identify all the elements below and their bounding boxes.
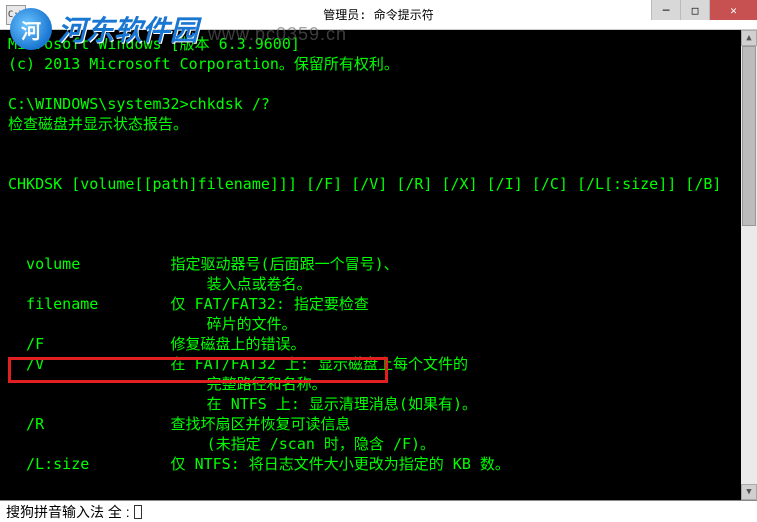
output-line: /R 查找坏扇区并恢复可读信息 bbox=[8, 415, 351, 433]
command-prompt-window: C:\ 管理员: 命令提示符 ─ □ ✕ 河 河东软件园 www.pc0359.… bbox=[0, 0, 757, 522]
scroll-up-button[interactable]: ▲ bbox=[741, 30, 757, 46]
output-line: Microsoft Windows [版本 6.3.9600] bbox=[8, 35, 300, 53]
output-line: (c) 2013 Microsoft Corporation。保留所有权利。 bbox=[8, 55, 399, 73]
output-line: C:\WINDOWS\system32>chkdsk /? bbox=[8, 95, 270, 113]
output-line: 在 NTFS 上: 显示清理消息(如果有)。 bbox=[8, 395, 477, 413]
output-line-highlighted: /F 修复磁盘上的错误。 bbox=[8, 335, 306, 353]
output-line: 完整路径和名称。 bbox=[8, 375, 327, 393]
output-line: 装入点或卷名。 bbox=[8, 275, 312, 293]
ime-label: 搜狗拼音输入法 全 : bbox=[6, 502, 130, 522]
output-line: CHKDSK [volume[[path]filename]]] [/F] [/… bbox=[8, 175, 721, 193]
maximize-button[interactable]: □ bbox=[680, 0, 709, 20]
ime-status-bar: 搜狗拼音输入法 全 : bbox=[0, 500, 757, 522]
vertical-scrollbar[interactable]: ▲ ▼ bbox=[741, 30, 757, 500]
minimize-button[interactable]: ─ bbox=[651, 0, 680, 20]
scroll-down-button[interactable]: ▼ bbox=[741, 484, 757, 500]
output-line: 检查磁盘并显示状态报告。 bbox=[8, 115, 188, 133]
window-title: 管理员: 命令提示符 bbox=[323, 6, 433, 23]
ime-cursor-icon bbox=[134, 505, 142, 519]
terminal-output[interactable]: Microsoft Windows [版本 6.3.9600] (c) 2013… bbox=[0, 30, 757, 500]
output-line: (未指定 /scan 时，隐含 /F)。 bbox=[8, 435, 435, 453]
window-icon: C:\ bbox=[6, 5, 26, 25]
output-line: /V 在 FAT/FAT32 上: 显示磁盘上每个文件的 bbox=[8, 355, 468, 373]
scroll-thumb[interactable] bbox=[742, 46, 756, 226]
output-line: filename 仅 FAT/FAT32: 指定要检查 bbox=[8, 295, 369, 313]
scroll-track[interactable] bbox=[741, 46, 757, 484]
window-controls: ─ □ ✕ bbox=[651, 0, 757, 22]
close-button[interactable]: ✕ bbox=[709, 0, 757, 20]
output-line: /L:size 仅 NTFS: 将日志文件大小更改为指定的 KB 数。 bbox=[8, 455, 510, 473]
output-line: volume 指定驱动器号(后面跟一个冒号)、 bbox=[8, 255, 399, 273]
output-line: 碎片的文件。 bbox=[8, 315, 297, 333]
titlebar[interactable]: C:\ 管理员: 命令提示符 ─ □ ✕ bbox=[0, 0, 757, 30]
